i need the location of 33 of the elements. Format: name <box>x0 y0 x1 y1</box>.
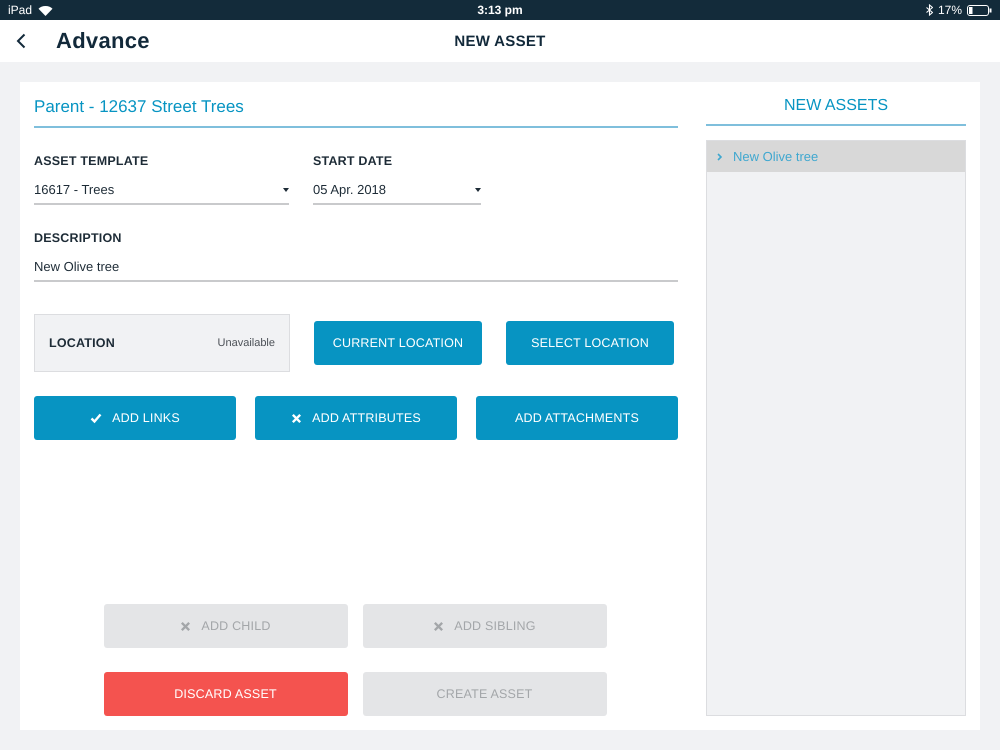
close-icon <box>291 412 302 424</box>
location-label: LOCATION <box>49 336 115 350</box>
location-button[interactable]: CURRENT LOCATION <box>314 321 482 365</box>
close-icon <box>180 620 192 632</box>
bluetooth-icon <box>926 4 933 16</box>
input-field[interactable]: New Olive tree <box>34 259 678 282</box>
field-label: ASSET TEMPLATE <box>34 154 150 168</box>
chevron-icon <box>717 152 723 160</box>
dropdown-field[interactable]: 16617 - Trees <box>34 182 289 205</box>
caret-icon <box>475 188 481 192</box>
clock-time: 3:13 pm <box>477 3 523 17</box>
location-button[interactable]: SELECT LOCATION <box>506 321 674 365</box>
close-icon <box>433 620 444 632</box>
action-button[interactable]: DISCARD ASSET <box>104 672 348 716</box>
caret-icon <box>283 188 289 192</box>
logo: Advance <box>56 28 150 54</box>
battery-percent: 17% <box>938 3 962 17</box>
location-status: Unavailable <box>218 337 275 349</box>
field-label: START DATE <box>313 154 394 168</box>
checkmark-icon <box>90 412 102 424</box>
device-name: iPad <box>8 3 32 17</box>
back-icon[interactable] <box>16 33 26 49</box>
page-title: NEW ASSET <box>454 32 546 50</box>
parent-heading: Parent - 12637 Street Trees <box>34 82 678 128</box>
action-button[interactable]: ADD LINKS <box>34 396 236 440</box>
action-button[interactable]: ADD ATTRIBUTES <box>255 396 457 440</box>
panel-heading: NEW ASSETS <box>706 82 966 126</box>
battery-icon <box>967 4 992 16</box>
wifi-icon <box>38 4 54 16</box>
field-label: DESCRIPTION <box>34 231 123 245</box>
dropdown-field[interactable]: 05 Apr. 2018 <box>313 182 481 205</box>
action-button[interactable]: ADD ATTACHMENTS <box>476 396 678 440</box>
asset-list-item[interactable]: New Olive tree <box>707 141 965 172</box>
